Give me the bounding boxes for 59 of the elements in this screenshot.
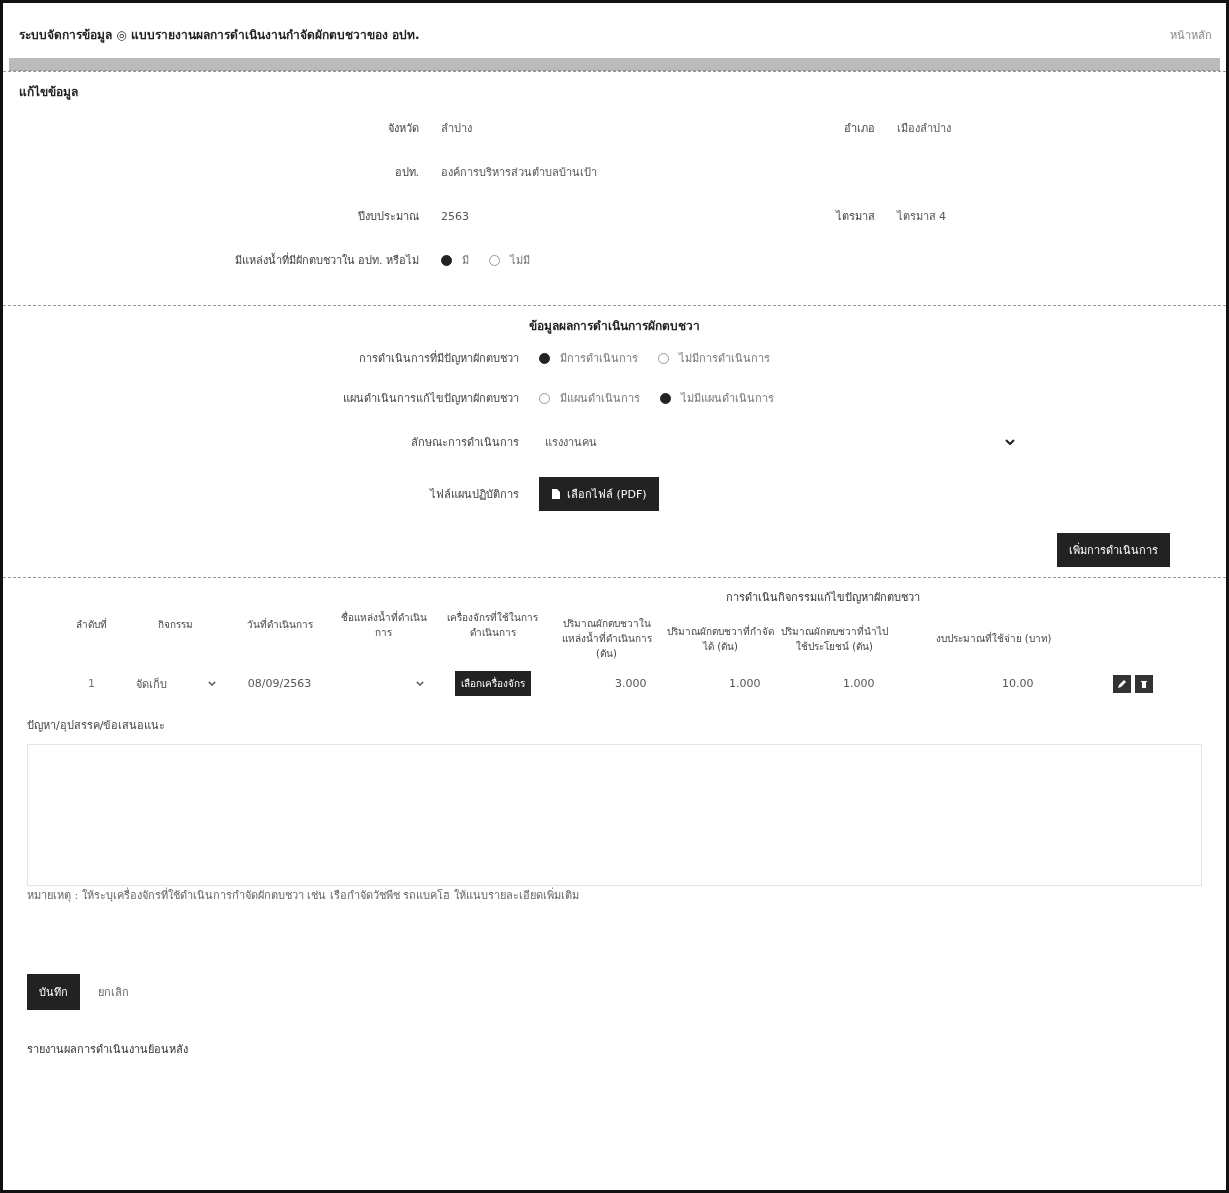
- column-header: ปริมาณผักตบชวาที่นำไปใช้ประโยชน์ (ตัน): [780, 623, 889, 654]
- chevron-down-icon: [1005, 439, 1015, 445]
- column-header: ชื่อแหล่งน้ำที่ดำเนินการ: [339, 609, 428, 640]
- history-report-link[interactable]: รายงานผลการดำเนินงานย้อนหลัง: [27, 1040, 188, 1058]
- machine-select-button[interactable]: เลือกเครื่องจักร: [454, 671, 531, 696]
- column-header: ปริมาณผักตบชวาที่กำจัดได้ (ตัน): [666, 623, 775, 654]
- section-heading: แก้ไขข้อมูล: [19, 84, 79, 101]
- field-label: ไฟล์แผนปฏิบัติการ: [428, 487, 519, 503]
- column-group-header: การดำเนินกิจกรรมแก้ไขปัญหาผักตบชวา: [724, 590, 921, 606]
- radio-option[interactable]: มี: [441, 251, 469, 269]
- number-field[interactable]: 1.000: [788, 674, 881, 693]
- table-cell-text: 1: [87, 677, 96, 690]
- column-header: เครื่องจักรที่ใช้ในการดำเนินการ: [446, 609, 539, 640]
- field-label: ปัญหา/อุปสรรค/ข้อเสนอแนะ: [27, 718, 167, 734]
- column-header: ปริมาณผักตบชวาในแหล่งน้ำที่ดำเนินการ (ตัน): [560, 617, 653, 661]
- field-label: มีแหล่งน้ำที่มีผักตบชวาใน อปท. หรือไม่: [233, 251, 419, 269]
- field-label: อำเภอ: [842, 121, 875, 137]
- field-value: เมืองลำปาง: [896, 121, 951, 137]
- field-label: ไตรมาส: [834, 209, 875, 225]
- column-header: ลำดับที่: [75, 617, 108, 632]
- field-value: องค์การบริหารส่วนตำบลบ้านเป้า: [441, 165, 597, 181]
- document-icon: [551, 488, 561, 500]
- home-link[interactable]: หน้าหลัก: [1170, 25, 1212, 44]
- field-value: 2563: [441, 209, 469, 223]
- column-header: งบประมาณที่ใช้จ่าย (บาท): [934, 631, 1053, 646]
- add-activity-button[interactable]: เพิ่มการดำเนินการ: [1057, 533, 1170, 567]
- cancel-link[interactable]: ยกเลิก: [92, 982, 135, 1002]
- column-header: กิจกรรม: [157, 618, 194, 632]
- section-heading: ข้อมูลผลการดำเนินการผักตบชวา: [528, 318, 701, 335]
- edit-button[interactable]: [1112, 674, 1131, 693]
- save-button[interactable]: บันทึก: [27, 974, 80, 1010]
- number-field[interactable]: 10.00: [947, 674, 1040, 693]
- date-field[interactable]: 08/09/2563: [241, 674, 318, 693]
- table-select[interactable]: จัดเก็บ: [135, 674, 216, 693]
- field-label: จังหวัด: [387, 121, 419, 137]
- field-value: ลำปาง: [441, 121, 472, 137]
- radio-option[interactable]: มีการดำเนินการ: [539, 349, 638, 367]
- remark-text: หมายเหตุ : ให้ระบุเครื่องจักรที่ใช้ดำเนินการกำจัดผักตบชวา เช่น เรือกำจัดวัชพืช รถแบคโฮ ให้แนบรายละเอียดเพิ่มเติม: [27, 886, 580, 904]
- field-value: ไตรมาส 4: [896, 209, 946, 225]
- number-field[interactable]: 1.000: [674, 674, 767, 693]
- field-label: แผนดำเนินการแก้ไขปัญหาผักตบชวา: [342, 391, 519, 407]
- number-field[interactable]: 3.000: [560, 674, 653, 693]
- file-upload-button[interactable]: เลือกไฟล์ (PDF): [539, 477, 659, 511]
- radio-option[interactable]: ไม่มีการดำเนินการ: [658, 349, 770, 367]
- chevron-down-icon: [415, 681, 424, 686]
- radio-option[interactable]: ไม่มีแผนดำเนินการ: [660, 389, 774, 407]
- column-header: วันที่ดำเนินการ: [245, 617, 314, 632]
- field-label: ปีงบประมาณ: [357, 209, 419, 225]
- method-select[interactable]: แรงงานคน: [539, 429, 1021, 455]
- edit-icon: [1116, 678, 1127, 689]
- app-title: ระบบจัดการข้อมูล ◎ แบบรายงานผลการดำเนินงานกำจัดผักตบชวาของ อปท.: [19, 27, 420, 44]
- trash-icon: [1138, 678, 1149, 689]
- delete-button[interactable]: [1134, 674, 1153, 693]
- radio-option[interactable]: มีแผนดำเนินการ: [539, 389, 640, 407]
- radio-option[interactable]: ไม่มี: [489, 251, 530, 269]
- field-label: อปท.: [393, 165, 419, 181]
- field-label: ลักษณะการดำเนินการ: [410, 435, 519, 451]
- chevron-down-icon: [207, 681, 216, 686]
- field-label: การดำเนินการที่มีปัญหาผักตบชวา: [358, 349, 519, 367]
